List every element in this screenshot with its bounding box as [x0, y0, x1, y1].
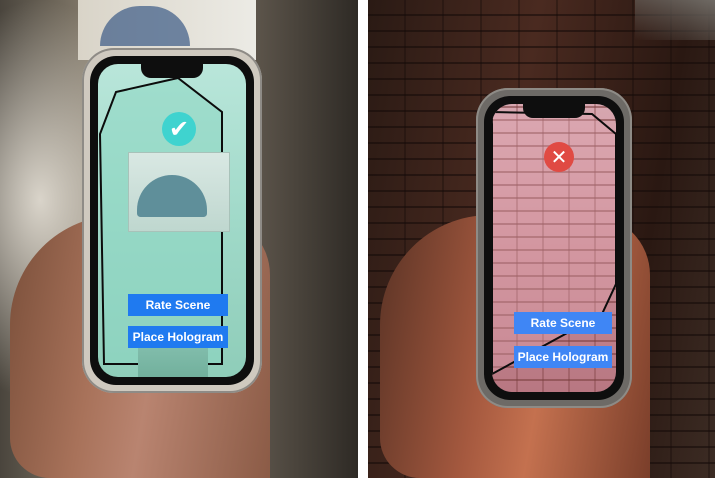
phone: ✔ Rate Scene Place Hologram — [82, 48, 262, 393]
rate-scene-button[interactable]: Rate Scene — [128, 294, 228, 316]
phone-notch — [141, 64, 203, 78]
close-x-icon: ✕ — [544, 142, 574, 172]
photo-valid-scene: ✔ Rate Scene Place Hologram — [0, 0, 358, 478]
rate-scene-button[interactable]: Rate Scene — [514, 312, 612, 334]
photo-invalid-scene: ✕ Rate Scene Place Hologram — [368, 0, 715, 478]
ar-camera-view: ✔ Rate Scene Place Hologram — [98, 64, 246, 377]
checkmark-icon: ✔ — [162, 112, 196, 146]
ar-camera-view: ✕ Rate Scene Place Hologram — [492, 104, 616, 392]
place-hologram-button[interactable]: Place Hologram — [514, 346, 612, 368]
phone-bezel: ✕ Rate Scene Place Hologram — [484, 96, 624, 400]
wave-artwork-in-view — [128, 152, 230, 232]
phone: ✕ Rate Scene Place Hologram — [476, 88, 632, 408]
ceiling-corner — [635, 0, 715, 40]
phone-bezel: ✔ Rate Scene Place Hologram — [90, 56, 254, 385]
phone-notch — [523, 104, 585, 118]
place-hologram-button[interactable]: Place Hologram — [128, 326, 228, 348]
